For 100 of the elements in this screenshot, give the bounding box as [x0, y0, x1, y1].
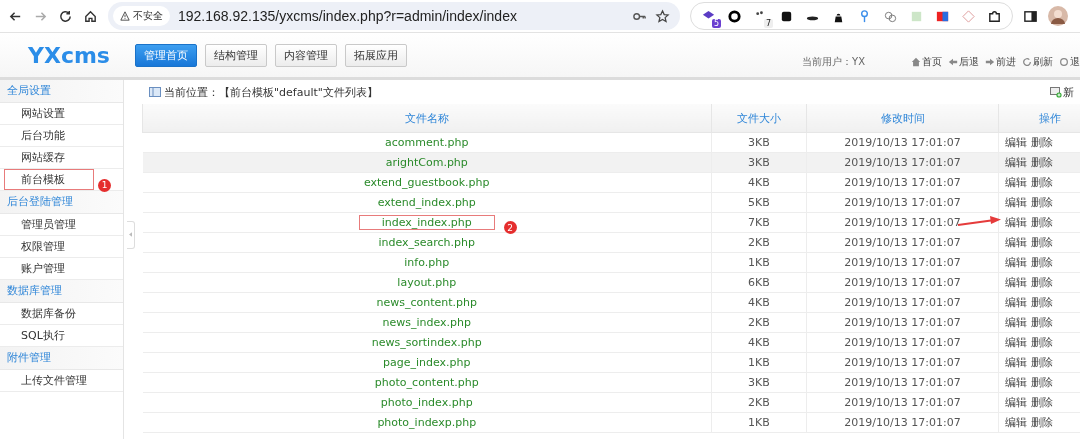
sidebar-item[interactable]: 权限管理 [21, 240, 65, 253]
breadcrumb: 当前位置：【前台模板"default"文件列表】 [164, 84, 378, 100]
url-text: 192.168.92.135/yxcms/index.php?r=admin/index/index [178, 8, 517, 24]
circle-icon [1059, 57, 1069, 67]
action-link[interactable]: 编辑 [1005, 416, 1027, 429]
sidebar-item[interactable]: 账户管理 [21, 262, 65, 275]
action-link[interactable]: 编辑 [1005, 396, 1027, 409]
file-name[interactable]: photo_index.php [380, 396, 473, 409]
header-link[interactable]: 首页 [911, 55, 942, 69]
action-link[interactable]: 删除 [1031, 296, 1053, 309]
action-link[interactable]: 删除 [1031, 176, 1053, 189]
file-name[interactable]: page_index.php [383, 356, 471, 369]
file-size: 4KB [748, 176, 770, 189]
action-link[interactable]: 编辑 [1005, 176, 1027, 189]
extension-badge: 5 [711, 18, 721, 28]
file-name[interactable]: photo_indexp.php [377, 416, 477, 429]
file-name[interactable]: acomment.php [385, 136, 469, 149]
file-size: 2KB [748, 316, 770, 329]
action-link[interactable]: 编辑 [1005, 336, 1027, 349]
header-link[interactable]: 后退 [948, 55, 979, 69]
action-link[interactable]: 删除 [1031, 336, 1053, 349]
avatar-icon[interactable] [1048, 6, 1068, 26]
header-link[interactable]: 前进 [985, 55, 1016, 69]
nav-tab[interactable]: 结构管理 [205, 43, 267, 67]
sidebar-item[interactable]: 数据库备份 [21, 307, 76, 320]
file-name[interactable]: news_index.php [382, 316, 471, 329]
file-name[interactable]: info.php [404, 256, 450, 269]
file-size: 3KB [748, 156, 770, 169]
security-chip[interactable]: 不安全 [113, 6, 170, 26]
file-size: 4KB [748, 296, 770, 309]
side-panel-icon[interactable] [1023, 8, 1038, 24]
action-link[interactable]: 删除 [1031, 276, 1053, 289]
sidebar-item[interactable]: 网站设置 [21, 107, 65, 120]
action-link[interactable]: 删除 [1031, 376, 1053, 389]
action-link[interactable]: 删除 [1031, 136, 1053, 149]
action-link[interactable]: 删除 [1031, 196, 1053, 209]
nav-tab[interactable]: 内容管理 [275, 43, 337, 67]
column-header: 文件名称 [405, 111, 449, 125]
header-link[interactable]: 刷新 [1022, 55, 1053, 69]
nav-tab[interactable]: 拓展应用 [345, 43, 407, 67]
action-link[interactable]: 编辑 [1005, 356, 1027, 369]
action-link[interactable]: 删除 [1031, 216, 1053, 229]
arrow-icon [948, 57, 958, 67]
file-name[interactable]: extend_index.php [377, 196, 476, 209]
file-name[interactable]: arightCom.php [385, 156, 468, 169]
logo: YXcms [28, 42, 111, 68]
action-link[interactable]: 编辑 [1005, 196, 1027, 209]
action-link[interactable]: 删除 [1031, 396, 1053, 409]
home-icon [911, 57, 921, 67]
modified-time: 2019/10/13 17:01:07 [844, 236, 961, 249]
file-name[interactable]: photo_content.php [374, 376, 479, 389]
action-link[interactable]: 编辑 [1005, 256, 1027, 269]
sidebar-group-title[interactable]: 数据库管理 [0, 280, 123, 303]
file-name[interactable]: news_content.php [376, 296, 477, 309]
action-link[interactable]: 删除 [1031, 356, 1053, 369]
sidebar-item[interactable]: 上传文件管理 [21, 374, 87, 387]
file-name[interactable]: layout.php [397, 276, 457, 289]
panel-icon [149, 87, 161, 97]
sidebar-group-title[interactable]: 后台登陆管理 [0, 191, 123, 214]
action-link[interactable]: 删除 [1031, 316, 1053, 329]
header-link[interactable]: 退 [1059, 55, 1080, 69]
file-name[interactable]: index_search.php [378, 236, 476, 249]
action-link[interactable]: 编辑 [1005, 316, 1027, 329]
reload-icon[interactable] [58, 8, 73, 24]
action-link[interactable]: 编辑 [1005, 296, 1027, 309]
modified-time: 2019/10/13 17:01:07 [844, 256, 961, 269]
file-size: 1KB [748, 416, 770, 429]
nav-tab[interactable]: 管理首页 [135, 43, 197, 67]
action-link[interactable]: 删除 [1031, 236, 1053, 249]
file-size: 3KB [748, 136, 770, 149]
modified-time: 2019/10/13 17:01:07 [844, 316, 961, 329]
action-link[interactable]: 删除 [1031, 156, 1053, 169]
action-link[interactable]: 删除 [1031, 416, 1053, 429]
sidebar-group-title[interactable]: 附件管理 [0, 347, 123, 370]
action-link[interactable]: 编辑 [1005, 136, 1027, 149]
modified-time: 2019/10/13 17:01:07 [844, 296, 961, 309]
sidebar-item[interactable]: 管理员管理 [21, 218, 76, 231]
sidebar-item[interactable]: 后台功能 [21, 129, 65, 142]
sidebar-item[interactable]: 网站缓存 [21, 151, 65, 164]
collapse-handle[interactable] [127, 220, 135, 249]
action-link[interactable]: 编辑 [1005, 156, 1027, 169]
star-icon[interactable] [655, 8, 670, 24]
sidebar-item[interactable]: SQL执行 [21, 329, 65, 342]
home-icon[interactable] [83, 8, 98, 24]
file-name[interactable]: news_sortindex.php [371, 336, 482, 349]
action-link[interactable]: 编辑 [1005, 216, 1027, 229]
action-link[interactable]: 编辑 [1005, 376, 1027, 389]
action-link[interactable]: 删除 [1031, 256, 1053, 269]
sidebar-item[interactable]: 前台模板 [21, 173, 65, 186]
address-bar[interactable]: 不安全 192.168.92.135/yxcms/index.php?r=admin/index/index [108, 2, 680, 30]
modified-time: 2019/10/13 17:01:07 [844, 276, 961, 289]
file-size: 1KB [748, 356, 770, 369]
file-name[interactable]: extend_guestbook.php [363, 176, 490, 189]
sidebar-group-title[interactable]: 全局设置 [0, 80, 123, 103]
action-link[interactable]: 编辑 [1005, 236, 1027, 249]
column-header: 修改时间 [880, 111, 925, 125]
new-file-link[interactable]: 新 [1050, 84, 1074, 100]
file-size: 4KB [748, 336, 770, 349]
file-name[interactable]: index_index.php [358, 215, 495, 230]
action-link[interactable]: 编辑 [1005, 276, 1027, 289]
